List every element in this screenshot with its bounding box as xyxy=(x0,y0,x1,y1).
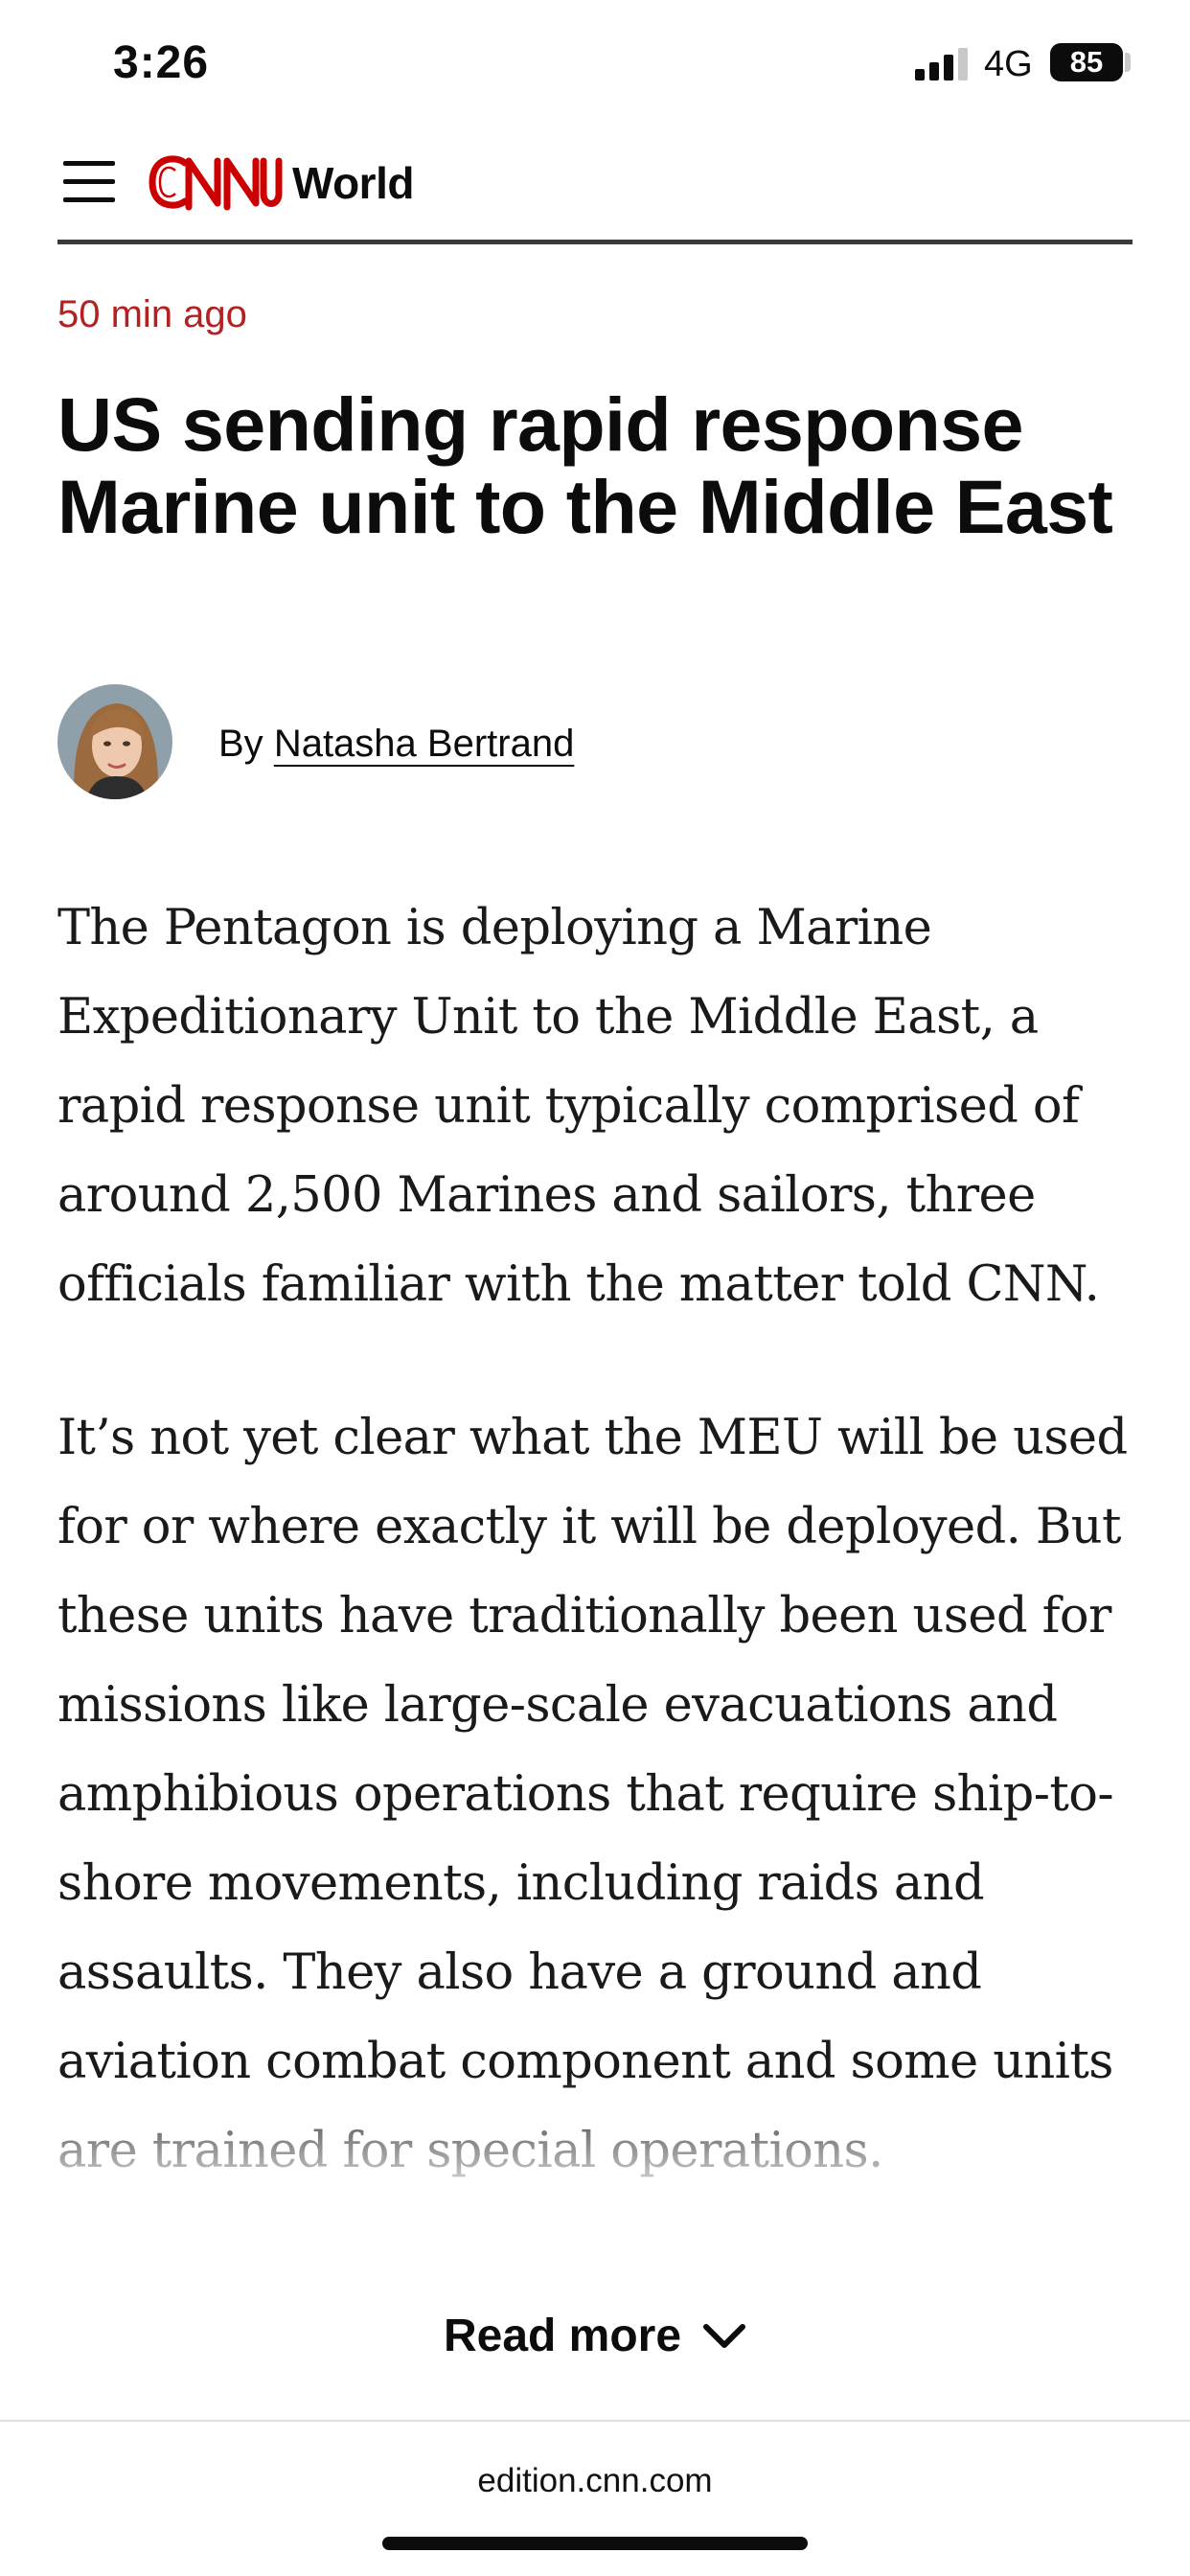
status-bar: 3:26 4G 85 xyxy=(0,0,1190,134)
site-header: World xyxy=(0,134,1190,247)
article-timestamp: 50 min ago xyxy=(57,293,247,335)
cellular-signal-icon xyxy=(915,48,968,80)
article-paragraph: The Pentagon is deploying a Marine Exped… xyxy=(57,900,1100,1313)
read-more-label: Read more xyxy=(443,2311,682,2361)
read-more-button[interactable]: Read more xyxy=(0,2310,1190,2396)
author-link[interactable]: Natasha Bertrand xyxy=(274,723,575,765)
text-fade-overlay xyxy=(0,2080,1190,2281)
byline-text: By Natasha Bertrand xyxy=(218,723,574,766)
byline-prefix: By xyxy=(218,723,263,765)
article-body: The Pentagon is deploying a Marine Exped… xyxy=(57,884,1133,2244)
author-photo xyxy=(57,684,172,799)
status-time: 3:26 xyxy=(113,37,210,88)
hamburger-menu-icon[interactable] xyxy=(63,158,119,206)
battery-icon: 85 xyxy=(1050,43,1123,81)
url-text[interactable]: edition.cnn.com xyxy=(0,2462,1190,2500)
battery-level: 85 xyxy=(1069,45,1104,79)
battery-cap xyxy=(1125,53,1131,72)
home-indicator[interactable] xyxy=(382,2537,808,2550)
author-avatar[interactable] xyxy=(57,684,172,799)
cnn-logo[interactable] xyxy=(147,150,283,215)
article-paragraph: It’s not yet clear what the MEU will be … xyxy=(57,1410,1128,2179)
network-type: 4G xyxy=(984,44,1033,84)
browser-address-bar: edition.cnn.com xyxy=(0,2420,1190,2576)
chevron-down-icon xyxy=(703,2323,746,2348)
section-name[interactable]: World xyxy=(292,157,414,209)
byline: By Natasha Bertrand xyxy=(57,684,1133,799)
article-headline: US sending rapid response Marine unit to… xyxy=(57,381,1113,549)
header-divider xyxy=(57,240,1133,244)
